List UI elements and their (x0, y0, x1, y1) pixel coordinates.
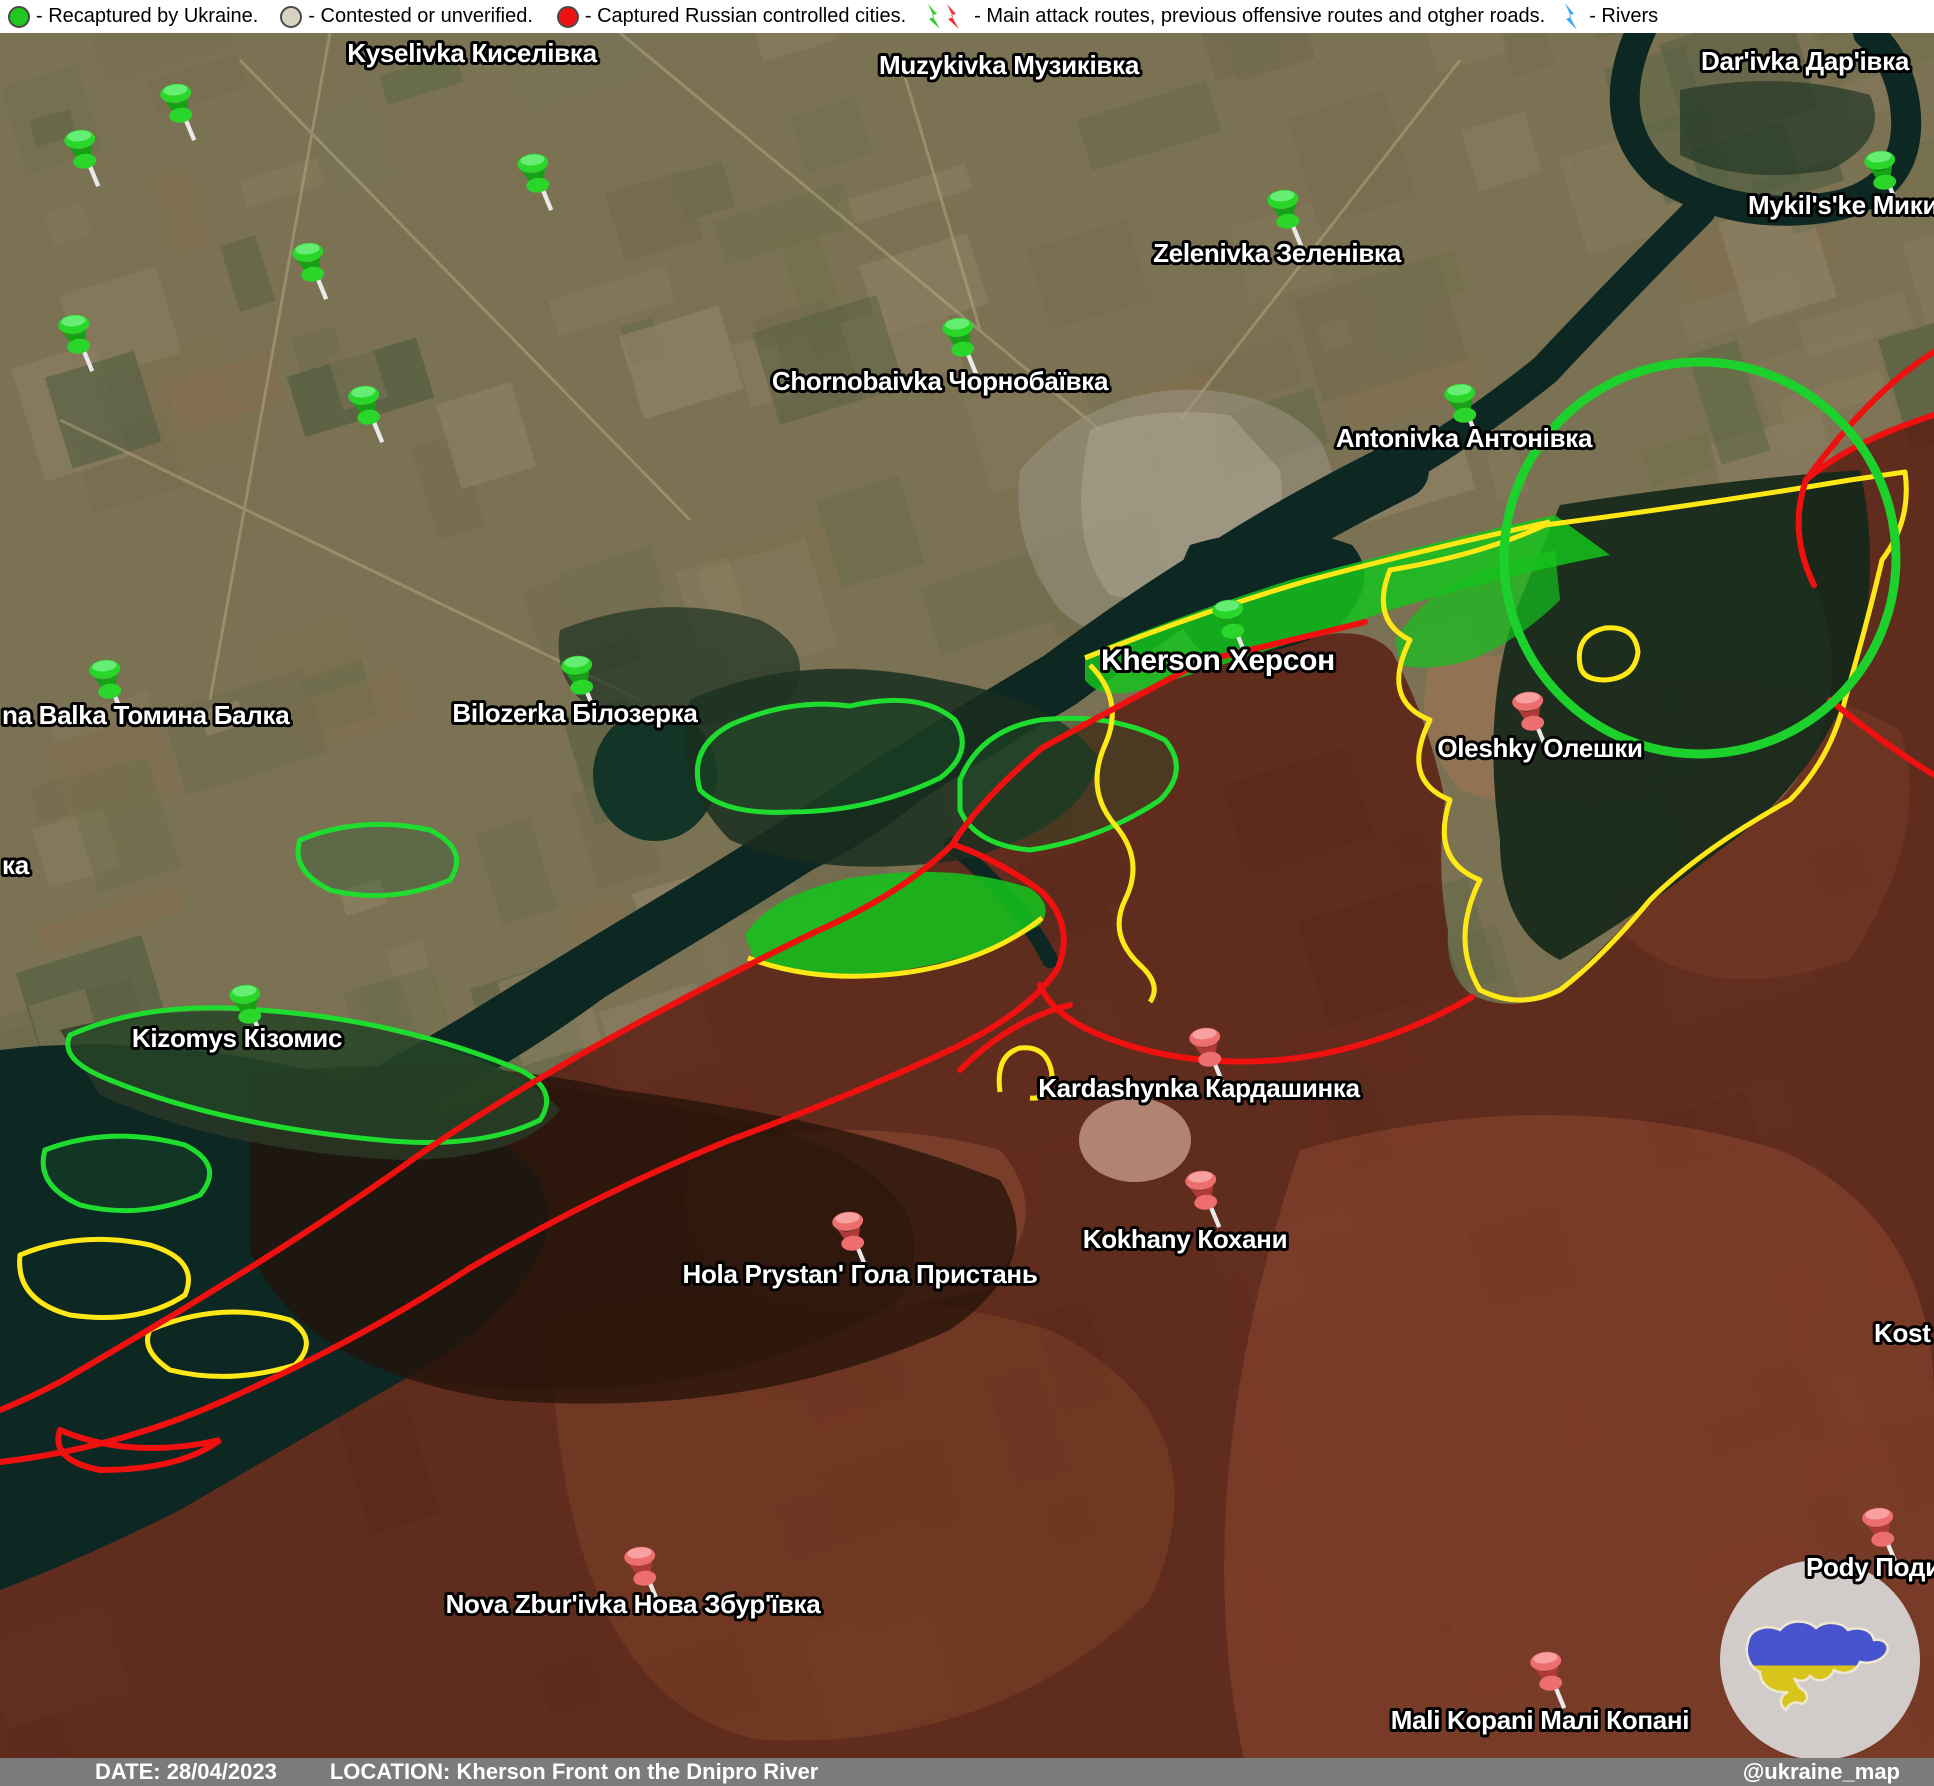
map-location: LOCATION: Kherson Front on the Dnipro Ri… (330, 1759, 818, 1785)
legend-label: - Main attack routes, previous offensive… (974, 5, 1545, 28)
place-label-kokhany: Kokhany Кохани (1083, 1224, 1288, 1254)
legend-item-contested: - Contested or unverified. (280, 5, 533, 28)
pink-salt-lake (1079, 1098, 1191, 1182)
legend-item-recaptured: - Recaptured by Ukraine. (8, 5, 258, 28)
legend-item-captured: - Captured Russian controlled cities. (557, 5, 906, 28)
place-label-antonivka: Antonivka Антонівка (1336, 423, 1593, 453)
place-label-edge-right-fragment: Kost (1874, 1318, 1931, 1348)
kherson-front-map-screenshot: Kyselivka Киселівка Muzykivka Музиківка Da… (0, 0, 1934, 1786)
place-label-muzykivka: Muzykivka Музиківка (879, 50, 1140, 80)
map-date: DATE: 28/04/2023 (95, 1759, 277, 1785)
place-label-oleshky: Oleshky Олешки (1437, 733, 1642, 763)
place-label-kizomys: Kizomys Кізомис (132, 1023, 342, 1053)
ukraine-map-logo (1720, 1560, 1920, 1760)
captured-dot-icon (557, 6, 579, 28)
legend-label: - Rivers (1589, 5, 1658, 28)
contested-dot-icon (280, 6, 302, 28)
place-label-mali-kopani: Mali Kopani Малі Копані (1391, 1705, 1689, 1735)
place-label-zelenivka: Zelenivka Зеленівка (1153, 238, 1402, 268)
place-label-tomyna-balka: na Balka Томина Балка (2, 700, 290, 730)
legend-item-attack-routes: - Main attack routes, previous offensive… (920, 2, 1545, 32)
place-label-kardashynka: Kardashynka Кардашинка (1038, 1073, 1360, 1103)
legend-item-rivers: - Rivers (1557, 2, 1658, 32)
author-handle: @ukraine_map (1743, 1759, 1900, 1785)
legend-label: - Recaptured by Ukraine. (36, 5, 258, 28)
map-info-bar: DATE: 28/04/2023 LOCATION: Kherson Front… (0, 1758, 1934, 1786)
map-legend-bar: - Recaptured by Ukraine. - Contested or … (0, 0, 1934, 33)
place-label-hola-prystan: Hola Prystan' Гола Пристань (682, 1259, 1037, 1289)
place-label-kyselivka: Kyselivka Киселівка (347, 38, 597, 68)
place-label-edge-left-fragment: ка (2, 850, 30, 880)
legend-label: - Captured Russian controlled cities. (585, 5, 906, 28)
recaptured-dot-icon (8, 6, 30, 28)
place-label-darivka: Dar'ivka Дар'івка (1701, 46, 1910, 76)
place-label-kherson: Kherson Херсон (1101, 644, 1335, 677)
place-label-pody: Pody Поди (1806, 1552, 1934, 1582)
river-arrow-icon (1557, 2, 1583, 32)
map-canvas[interactable]: Kyselivka Киселівка Muzykivka Музиківка Da… (0, 0, 1934, 1786)
attack-routes-icon (920, 2, 968, 32)
place-label-nova-zburivka: Nova Zbur'ivka Нова Збур'ївка (446, 1589, 822, 1619)
legend-label: - Contested or unverified. (308, 5, 533, 28)
place-label-bilozerka: Bilozerka Білозерка (452, 698, 698, 728)
place-label-chornobaivka: Chornobaivka Чорнобаївка (772, 366, 1109, 396)
place-label-mykilske: Mykil's'ke Мики (1748, 190, 1934, 220)
